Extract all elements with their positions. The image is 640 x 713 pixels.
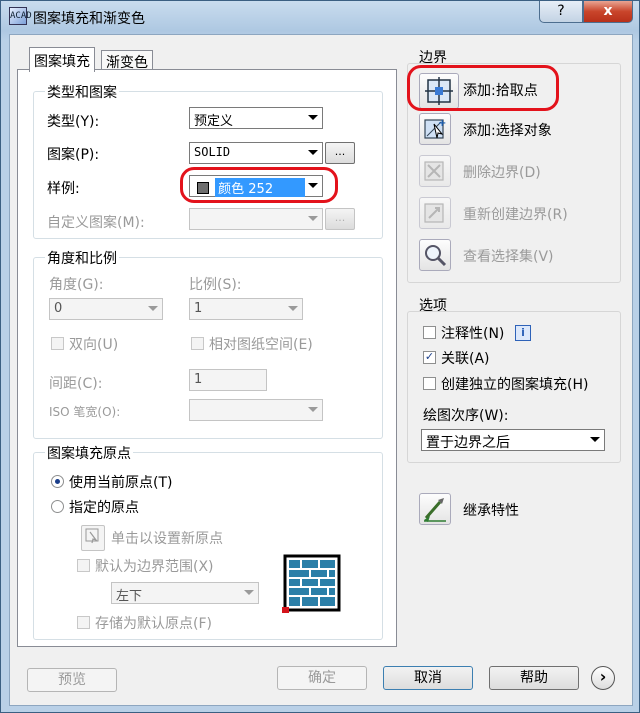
spacing-label: 间距(C): [49,376,103,392]
type-dropdown[interactable]: 预定义 [189,107,323,129]
double-label: 双向(U) [69,337,119,353]
associative-checkbox[interactable]: ✓ [423,351,436,364]
remove-boundary-icon [424,161,444,181]
help-title-button[interactable]: ? [539,1,583,23]
annotative-checkbox[interactable] [423,326,436,339]
brick-hatch-preview-icon [282,554,341,613]
scale-label: 比例(S): [189,277,242,293]
specified-origin-radio[interactable] [51,500,64,513]
spacing-value: 1 [194,372,203,387]
chevron-down-icon [308,216,318,221]
inherit-properties-label[interactable]: 继承特性 [463,500,519,520]
recreate-boundary-button[interactable] [419,197,451,229]
chevron-down-icon [148,306,158,311]
recreate-boundary-label[interactable]: 重新创建边界(R) [463,204,568,224]
help-button[interactable]: 帮助 [489,666,579,690]
chevron-down-icon [308,407,318,412]
angle-scale-group-title: 角度和比例 [45,248,119,268]
separate-hatches-checkbox[interactable] [423,377,436,390]
magnifier-icon [425,245,447,267]
annotative-label: 注释性(N) [441,326,505,342]
radio-selected-dot [55,479,60,484]
hatch-origin-group-title: 图案填充原点 [45,443,133,463]
angle-dropdown[interactable]: 0 [49,298,163,320]
draw-order-label: 绘图次序(W): [423,408,509,424]
store-default-origin-label: 存储为默认原点(F) [95,616,212,632]
relative-paper-space-checkbox[interactable] [191,337,204,350]
associative-label: 关联(A) [441,351,490,367]
cancel-button[interactable]: 取消 [383,666,473,690]
origin-position-value: 左下 [116,589,143,604]
draw-order-dropdown[interactable]: 置于边界之后 [421,429,605,451]
use-current-origin-label: 使用当前原点(T) [69,475,173,491]
separate-hatches-label: 创建独立的图案填充(H) [441,377,589,393]
scale-value: 1 [194,301,203,316]
type-pattern-group-title: 类型和图案 [45,82,119,102]
highlight-swatch-annotation [180,167,338,203]
draw-order-value: 置于边界之后 [426,435,510,451]
tab-hatch[interactable]: 图案填充 [29,47,95,72]
chevron-down-icon [288,306,298,311]
scale-dropdown[interactable]: 1 [189,298,303,320]
more-options-arrow-icon[interactable]: › [591,666,615,690]
dialog-window: ACAD 图案填充和渐变色 ? x 图案填充 渐变色 类型和图案 类型(Y): … [0,0,640,713]
pattern-browse-button[interactable]: ... [325,142,355,164]
use-current-origin-radio[interactable] [51,475,64,488]
remove-boundaries-button[interactable] [419,155,451,187]
close-button[interactable]: x [583,1,633,23]
iso-pen-width-dropdown[interactable] [189,399,323,421]
angle-value: 0 [54,301,63,316]
svg-text:+: + [438,118,446,129]
chevron-down-icon [308,115,318,120]
spacing-input[interactable]: 1 [189,369,267,391]
highlight-pick-points-annotation [407,65,559,111]
origin-position-dropdown[interactable]: 左下 [111,582,259,604]
chevron-down-icon [244,590,254,595]
type-value: 预定义 [194,114,234,129]
remove-boundaries-label[interactable]: 删除边界(D) [463,162,541,182]
preview-button[interactable]: 预览 [27,668,117,692]
brush-icon [424,498,446,522]
iso-pen-width-label: ISO 笔宽(O): [49,405,121,419]
double-checkbox[interactable] [51,337,64,350]
window-title: 图案填充和渐变色 [33,11,145,27]
tab-gradient[interactable]: 渐变色 [101,50,153,71]
pick-origin-icon [85,528,99,544]
custom-pattern-dropdown[interactable] [189,208,323,230]
pattern-value: SOLID [194,145,231,159]
click-set-origin-button[interactable] [81,525,105,551]
recreate-boundary-icon [424,203,444,223]
custom-pattern-browse-button[interactable]: ... [325,208,355,230]
inherit-properties-button[interactable] [419,493,451,525]
view-selections-button[interactable] [419,239,451,271]
title-bar[interactable]: ACAD 图案填充和渐变色 ? x [1,1,639,31]
default-extent-label: 默认为边界范围(X) [95,559,214,575]
add-select-objects-label[interactable]: 添加:选择对象 [463,120,552,140]
click-set-origin-label: 单击以设置新原点 [111,531,223,547]
custom-pattern-label: 自定义图案(M): [47,215,145,231]
pattern-dropdown[interactable]: SOLID [189,142,323,164]
type-label: 类型(Y): [47,114,100,130]
ok-button[interactable]: 确定 [277,666,367,690]
view-selections-label[interactable]: 查看选择集(V) [463,246,554,266]
chevron-down-icon [590,437,600,442]
angle-label: 角度(G): [49,277,104,293]
chevron-down-icon [308,150,318,155]
store-default-origin-checkbox[interactable] [77,616,90,629]
swatch-label: 样例: [47,181,80,197]
add-select-objects-button[interactable]: + [419,113,451,145]
pattern-label: 图案(P): [47,147,100,163]
select-objects-icon: + [424,118,446,139]
relative-paper-space-label: 相对图纸空间(E) [209,337,313,353]
specified-origin-label: 指定的原点 [69,500,139,516]
info-icon[interactable]: i [515,325,531,341]
autocad-app-icon: ACAD [9,7,32,25]
default-extent-checkbox[interactable] [77,559,90,572]
